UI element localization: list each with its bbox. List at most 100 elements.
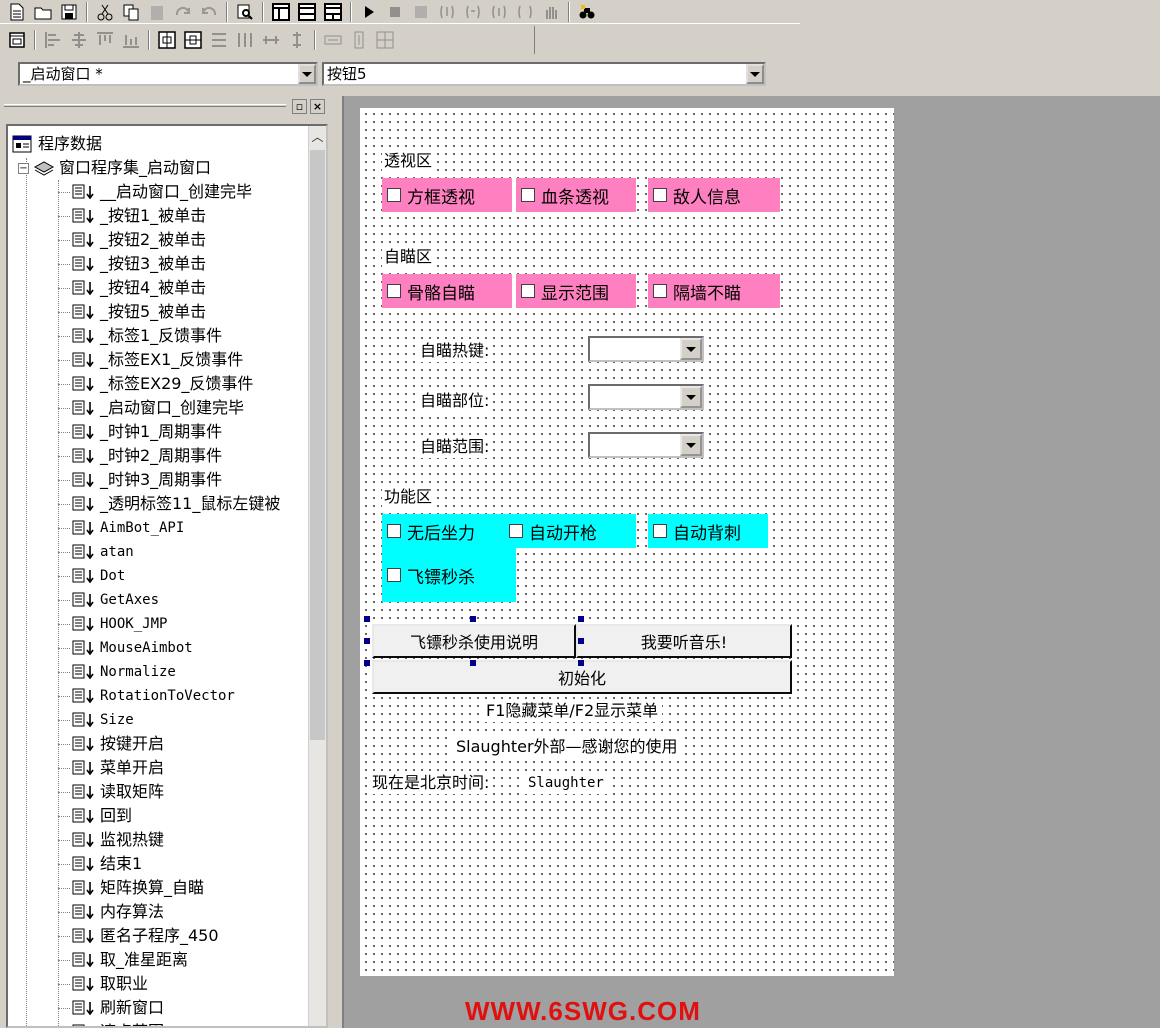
- subroutine-item[interactable]: 刷新窗口: [58, 996, 164, 1020]
- equal-width-icon[interactable]: [260, 29, 282, 51]
- subroutine-item[interactable]: _标签EX1_反馈事件: [58, 348, 243, 372]
- subroutine-item[interactable]: _标签1_反馈事件: [58, 324, 222, 348]
- selection-handle[interactable]: [470, 660, 476, 666]
- subroutine-item[interactable]: 速点范围: [58, 1020, 164, 1026]
- save-icon[interactable]: [58, 1, 80, 23]
- subroutine-item[interactable]: _按钮2_被单击: [58, 228, 206, 252]
- scroll-thumb[interactable]: [310, 150, 325, 740]
- selection-handle[interactable]: [364, 616, 370, 622]
- checkbox-blood-esp[interactable]: 血条透视: [516, 178, 636, 212]
- subroutine-item[interactable]: atan: [58, 540, 134, 564]
- space-v-icon[interactable]: [234, 29, 256, 51]
- align-top-icon[interactable]: [94, 29, 116, 51]
- expand-h-icon[interactable]: [322, 29, 344, 51]
- subroutine-item[interactable]: Dot: [58, 564, 125, 588]
- binoculars-icon[interactable]: [576, 1, 598, 23]
- subroutine-item[interactable]: 取_准星距离: [58, 948, 188, 972]
- center-vertical-icon[interactable]: [182, 29, 204, 51]
- tree-module[interactable]: − 窗口程序集_启动窗口: [18, 156, 211, 180]
- find-icon[interactable]: [234, 1, 256, 23]
- new-file-icon[interactable]: [6, 1, 28, 23]
- chevron-down-icon[interactable]: [680, 434, 702, 456]
- step-over-icon[interactable]: [462, 1, 484, 23]
- subroutine-item[interactable]: 内存算法: [58, 900, 164, 924]
- scroll-up-icon[interactable]: ︿: [310, 128, 325, 146]
- subroutine-item[interactable]: GetAxes: [58, 588, 159, 612]
- selection-handle[interactable]: [470, 616, 476, 622]
- aim-hotkey-select[interactable]: [588, 336, 704, 362]
- panel-grip[interactable]: [4, 104, 286, 107]
- step-back-icon[interactable]: [514, 1, 536, 23]
- chevron-down-icon[interactable]: [680, 386, 702, 408]
- subroutine-item[interactable]: _按钮1_被单击: [58, 204, 206, 228]
- subroutine-item[interactable]: 匿名子程序_450: [58, 924, 219, 948]
- dart-help-button[interactable]: 飞镖秒杀使用说明: [372, 624, 576, 658]
- layout-3-icon[interactable]: [322, 1, 344, 23]
- subroutine-item[interactable]: _标签EX29_反馈事件: [58, 372, 253, 396]
- subroutine-item[interactable]: _时钟1_周期事件: [58, 420, 222, 444]
- checkbox-enemy-info[interactable]: 敌人信息: [648, 178, 780, 212]
- chevron-down-icon[interactable]: [680, 338, 702, 360]
- expand-v-icon[interactable]: [348, 29, 370, 51]
- aim-range-select[interactable]: [588, 432, 704, 458]
- grid-icon[interactable]: [374, 29, 396, 51]
- subroutine-item[interactable]: 取职业: [58, 972, 148, 996]
- subroutine-item[interactable]: _按钮5_被单击: [58, 300, 206, 324]
- subroutine-item[interactable]: 结束1: [58, 852, 142, 876]
- subroutine-item[interactable]: Size: [58, 708, 134, 732]
- hand-icon[interactable]: [540, 1, 562, 23]
- subroutine-item[interactable]: MouseAimbot: [58, 636, 193, 660]
- subroutine-item[interactable]: RotationToVector: [58, 684, 235, 708]
- subroutine-item[interactable]: 矩阵换算_自瞄: [58, 876, 204, 900]
- subroutine-item[interactable]: 监视热键: [58, 828, 164, 852]
- layout-2-icon[interactable]: [296, 1, 318, 23]
- subroutine-item[interactable]: __启动窗口_创建完毕: [58, 180, 252, 204]
- subroutine-item[interactable]: 读取矩阵: [58, 780, 164, 804]
- checkbox-dart-kill[interactable]: 飞镖秒杀: [382, 548, 516, 602]
- checkbox-wall-no-aim[interactable]: 隔墙不瞄: [648, 274, 780, 308]
- subroutine-item[interactable]: HOOK_JMP: [58, 612, 167, 636]
- checkbox-auto-fire[interactable]: 自动开枪: [504, 514, 634, 548]
- subroutine-item[interactable]: _透明标签11_鼠标左键被: [58, 492, 280, 516]
- step-out-icon[interactable]: [488, 1, 510, 23]
- checkbox-bone-aim[interactable]: 骨骼自瞄: [382, 274, 512, 308]
- music-button[interactable]: 我要听音乐!: [576, 624, 792, 658]
- subroutine-item[interactable]: _启动窗口_创建完毕: [58, 396, 244, 420]
- subroutine-item[interactable]: _按钮4_被单击: [58, 276, 206, 300]
- collapse-icon[interactable]: −: [18, 162, 29, 174]
- open-folder-icon[interactable]: [32, 1, 54, 23]
- subroutine-item[interactable]: _时钟3_周期事件: [58, 468, 222, 492]
- copy-icon[interactable]: [120, 1, 142, 23]
- redo-icon[interactable]: [172, 1, 194, 23]
- subroutine-item[interactable]: Normalize: [58, 660, 176, 684]
- window-selector[interactable]: _启动窗口 *: [18, 62, 318, 86]
- control-selector[interactable]: 按钮5: [322, 62, 766, 86]
- selection-handle[interactable]: [578, 616, 584, 622]
- selection-handle[interactable]: [578, 638, 584, 644]
- aim-part-select[interactable]: [588, 384, 704, 410]
- tree-scrollbar[interactable]: ︿: [308, 126, 326, 1026]
- chevron-down-icon[interactable]: [298, 64, 316, 84]
- subroutine-item[interactable]: _按钮3_被单击: [58, 252, 206, 276]
- layout-1-icon[interactable]: [270, 1, 292, 23]
- step-in-icon[interactable]: [436, 1, 458, 23]
- form-icon[interactable]: [6, 29, 28, 51]
- equal-height-icon[interactable]: [286, 29, 308, 51]
- subroutine-item[interactable]: _时钟2_周期事件: [58, 444, 222, 468]
- tree-root[interactable]: 程序数据: [12, 132, 102, 156]
- selection-handle[interactable]: [364, 638, 370, 644]
- panel-close-button[interactable]: ×: [310, 99, 325, 114]
- checkbox-box-esp[interactable]: 方框透视: [382, 178, 512, 212]
- form-canvas[interactable]: 透视区 方框透视 血条透视 敌人信息 自瞄区 骨骼自瞄 显示范围 隔墙不瞄 自瞄…: [360, 108, 894, 976]
- stop-icon[interactable]: [384, 1, 406, 23]
- run-icon[interactable]: [358, 1, 380, 23]
- selection-handle[interactable]: [578, 660, 584, 666]
- center-horizontal-icon[interactable]: [156, 29, 178, 51]
- align-bottom-icon[interactable]: [120, 29, 142, 51]
- undo-icon[interactable]: [198, 1, 220, 23]
- checkbox-auto-backstab[interactable]: 自动背刺: [648, 514, 768, 548]
- paste-icon[interactable]: [146, 1, 168, 23]
- checkbox-show-range[interactable]: 显示范围: [516, 274, 636, 308]
- chevron-down-icon[interactable]: [746, 64, 764, 84]
- align-left-icon[interactable]: [42, 29, 64, 51]
